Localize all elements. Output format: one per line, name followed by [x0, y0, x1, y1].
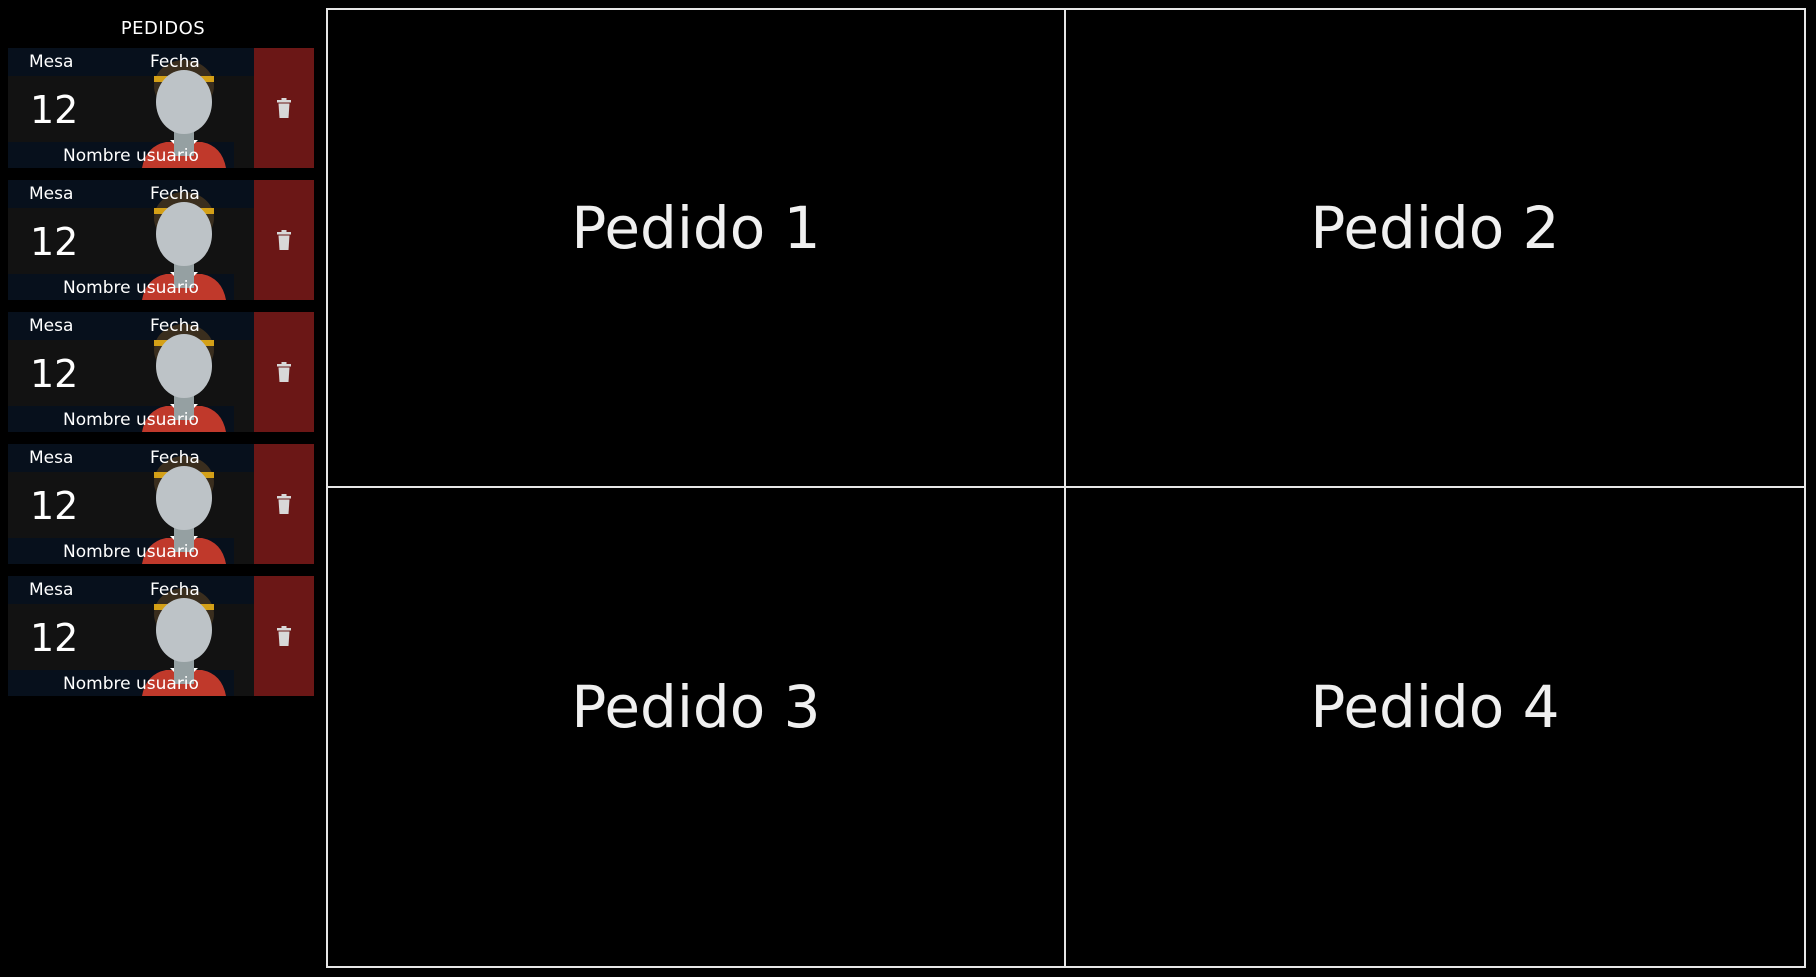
order-card-body[interactable]: Mesa Fecha 12 Nombre usuario [8, 48, 254, 168]
fecha-label: Fecha [150, 448, 200, 468]
order-panel-label: Pedido 2 [1310, 194, 1560, 262]
trash-icon [277, 626, 291, 646]
mesa-label: Mesa [29, 580, 74, 600]
fecha-label: Fecha [150, 184, 200, 204]
trash-icon [277, 230, 291, 250]
table-number: 12 [30, 484, 79, 528]
order-card-body[interactable]: Mesa Fecha 12 Nombre usuario [8, 180, 254, 300]
user-name: Nombre usuario [63, 146, 199, 166]
delete-order-button[interactable] [254, 48, 314, 168]
delete-order-button[interactable] [254, 312, 314, 432]
fecha-label: Fecha [150, 580, 200, 600]
sidebar-title: PEDIDOS [120, 18, 206, 39]
order-panel-label: Pedido 3 [571, 673, 821, 741]
order-card[interactable]: Mesa Fecha 12 Nombre usuario [8, 48, 314, 168]
order-card[interactable]: Mesa Fecha 12 Nombre usuario [8, 312, 314, 432]
delete-order-button[interactable] [254, 576, 314, 696]
order-panel-4[interactable]: Pedido 4 [1066, 488, 1806, 968]
user-name: Nombre usuario [63, 410, 199, 430]
orders-grid: Pedido 1 Pedido 2 Pedido 3 Pedido 4 [326, 8, 1808, 968]
table-number: 12 [30, 220, 79, 264]
order-panel-1[interactable]: Pedido 1 [326, 8, 1066, 488]
order-panel-label: Pedido 4 [1310, 673, 1560, 741]
table-number: 12 [30, 352, 79, 396]
trash-icon [277, 98, 291, 118]
mesa-label: Mesa [29, 316, 74, 336]
user-name: Nombre usuario [63, 674, 199, 694]
user-name: Nombre usuario [63, 542, 199, 562]
fecha-label: Fecha [150, 52, 200, 72]
order-card-body[interactable]: Mesa Fecha 12 Nombre usuario [8, 312, 254, 432]
fecha-label: Fecha [150, 316, 200, 336]
order-card[interactable]: Mesa Fecha 12 Nombre usuario [8, 180, 314, 300]
mesa-label: Mesa [29, 52, 74, 72]
trash-icon [277, 494, 291, 514]
table-number: 12 [30, 616, 79, 660]
mesa-label: Mesa [29, 184, 74, 204]
order-card[interactable]: Mesa Fecha 12 Nombre usuario [8, 444, 314, 564]
delete-order-button[interactable] [254, 444, 314, 564]
order-card-body[interactable]: Mesa Fecha 12 Nombre usuario [8, 576, 254, 696]
order-card-body[interactable]: Mesa Fecha 12 Nombre usuario [8, 444, 254, 564]
order-panel-label: Pedido 1 [571, 194, 821, 262]
order-panel-2[interactable]: Pedido 2 [1066, 8, 1806, 488]
table-number: 12 [30, 88, 79, 132]
user-name: Nombre usuario [63, 278, 199, 298]
trash-icon [277, 362, 291, 382]
orders-sidebar: PEDIDOS Mesa Fecha 12 Nombre usuario Mes… [0, 0, 326, 977]
delete-order-button[interactable] [254, 180, 314, 300]
order-panel-3[interactable]: Pedido 3 [326, 488, 1066, 968]
order-card[interactable]: Mesa Fecha 12 Nombre usuario [8, 576, 314, 696]
mesa-label: Mesa [29, 448, 74, 468]
